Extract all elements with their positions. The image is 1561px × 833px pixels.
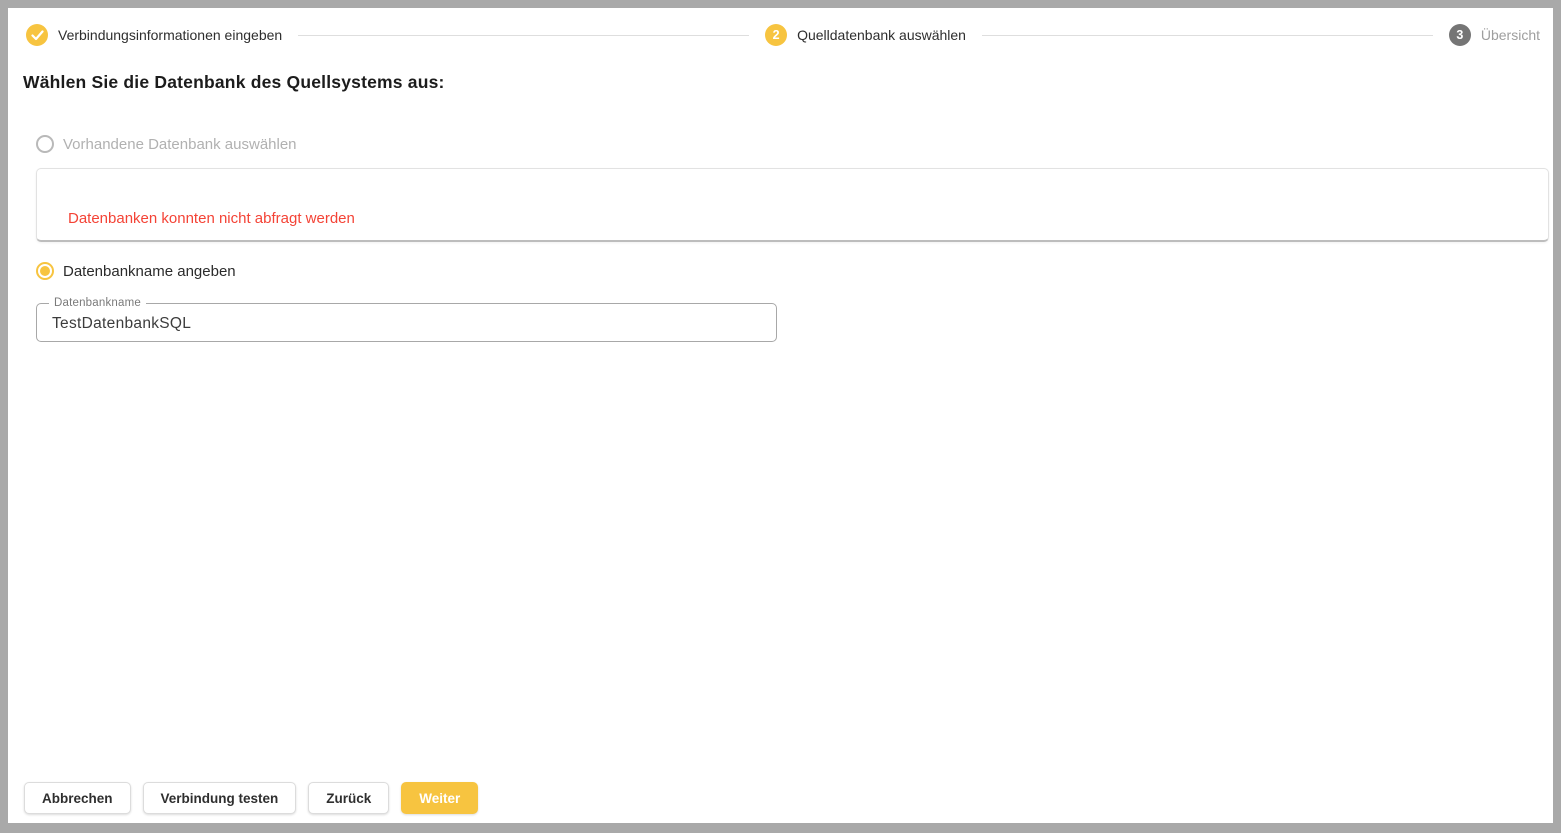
step-1-label: Verbindungsinformationen eingeben [58,27,282,43]
step-2-label: Quelldatenbank auswählen [797,27,966,43]
stepper: Verbindungsinformationen eingeben 2 Quel… [8,8,1553,46]
wizard-window: Verbindungsinformationen eingeben 2 Quel… [8,8,1553,823]
radio-database-name-label: Datenbankname angeben [63,263,236,280]
step-1-verbindungsinformationen[interactable]: Verbindungsinformationen eingeben [26,24,282,46]
radio-existing-database[interactable]: Vorhandene Datenbank auswählen [36,135,1553,153]
radio-database-name[interactable]: Datenbankname angeben [36,262,1553,280]
cancel-button[interactable]: Abbrechen [24,782,131,814]
page-title: Wählen Sie die Datenbank des Quellsystem… [23,72,1553,93]
main-content: Wählen Sie die Datenbank des Quellsystem… [8,46,1553,782]
error-message: Datenbanken konnten nicht abfragt werden [68,210,355,227]
step-3-uebersicht[interactable]: 3 Übersicht [1449,24,1540,46]
step-2-circle: 2 [765,24,787,46]
footer-actions: Abbrechen Verbindung testen Zurück Weite… [8,782,1553,823]
radio-existing-database-label: Vorhandene Datenbank auswählen [63,136,297,153]
step-connector [298,35,749,36]
step-connector [982,35,1433,36]
step-2-quelldatenbank[interactable]: 2 Quelldatenbank auswählen [765,24,966,46]
database-name-input[interactable] [37,304,776,341]
step-3-label: Übersicht [1481,27,1540,43]
back-button[interactable]: Zurück [308,782,389,814]
next-button[interactable]: Weiter [401,782,478,814]
radio-unchecked-icon [36,135,54,153]
database-name-field-label: Datenbankname [49,297,146,309]
test-connection-button[interactable]: Verbindung testen [143,782,297,814]
step-3-circle: 3 [1449,24,1471,46]
database-list-panel: Datenbanken konnten nicht abfragt werden [36,168,1549,242]
check-icon [31,30,44,41]
database-name-field: Datenbankname [36,303,777,342]
radio-checked-icon [36,262,54,280]
step-1-circle [26,24,48,46]
radio-dot [40,266,50,276]
